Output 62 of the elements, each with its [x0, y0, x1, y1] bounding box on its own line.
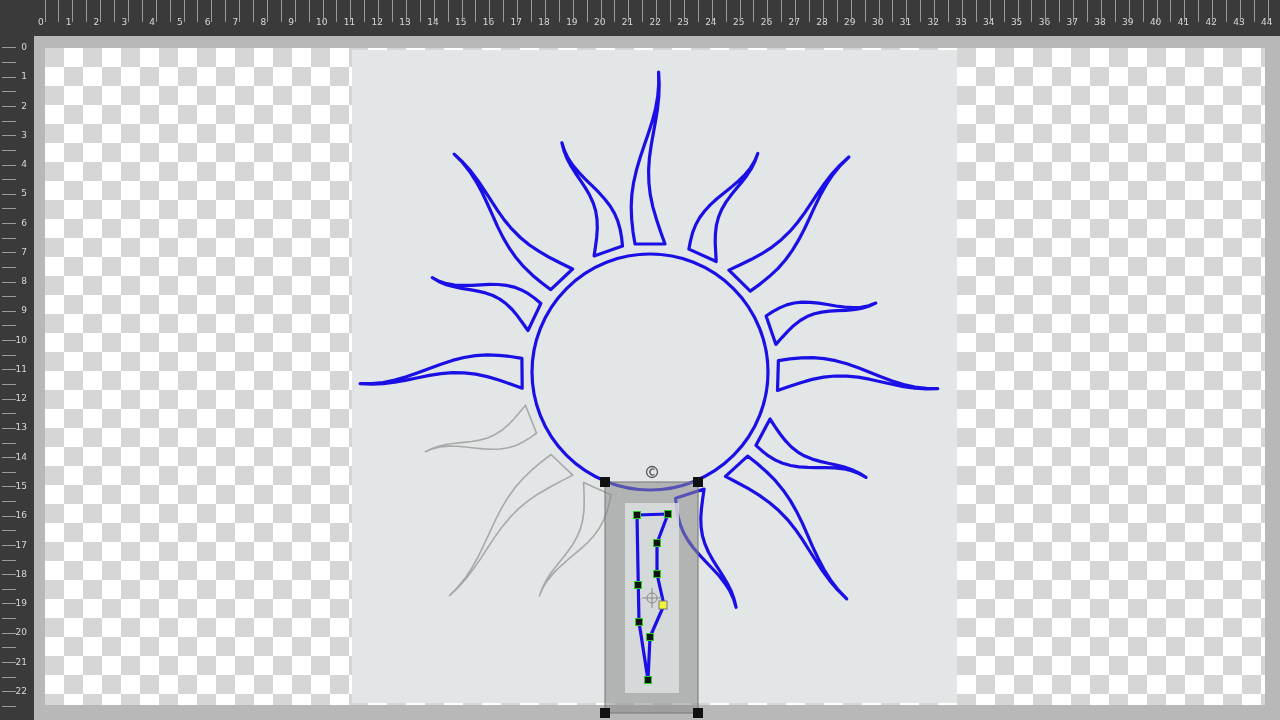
- ruler-number: 19: [15, 598, 27, 611]
- ruler-number: 14: [15, 451, 27, 464]
- ruler-number: 23: [677, 17, 690, 28]
- ruler-number: 11: [343, 17, 357, 28]
- ruler-number: 29: [844, 17, 857, 28]
- ruler-number: 42: [1205, 17, 1218, 28]
- ruler-number: 21: [15, 656, 27, 669]
- ruler-number: 0: [21, 42, 27, 54]
- edited-ray-path-with-nodes[interactable]: [633, 510, 672, 684]
- ruler-number: 1: [21, 71, 27, 84]
- ruler-number: 11: [15, 363, 27, 376]
- resize-handle[interactable]: [600, 477, 610, 487]
- ruler-number: 21: [621, 17, 635, 28]
- ruler-number: 33: [955, 17, 968, 28]
- ruler-number: 20: [15, 627, 27, 640]
- ruler-number: 9: [21, 305, 27, 318]
- ruler-number: 6: [21, 217, 27, 230]
- ruler-number: 4: [21, 159, 27, 172]
- ruler-number: 14: [427, 17, 440, 28]
- ruler-number: 10: [15, 334, 27, 347]
- ruler-number: 41: [1177, 17, 1191, 28]
- ruler-number: 9: [288, 17, 295, 28]
- ruler-number: 37: [1066, 17, 1079, 28]
- ruler-number: 5: [177, 17, 184, 28]
- ruler-number: 6: [204, 17, 212, 28]
- resize-handle[interactable]: [600, 708, 610, 718]
- ruler-number: 7: [232, 17, 240, 28]
- ruler-number: 24: [705, 17, 718, 28]
- ruler-number: 18: [15, 568, 27, 581]
- ruler-number: 3: [121, 17, 129, 28]
- ruler-number: 32: [927, 17, 940, 28]
- ruler-number: 43: [1233, 17, 1246, 28]
- ruler-number: 12: [15, 393, 27, 406]
- ruler-number: 17: [15, 539, 27, 552]
- ruler-number: 2: [93, 17, 101, 28]
- ruler-number: 40: [1149, 17, 1163, 28]
- ruler-number: 22: [15, 685, 27, 698]
- ruler-number: 16: [15, 510, 27, 523]
- ruler-number: 12: [371, 17, 384, 28]
- ruler-number: 31: [899, 17, 913, 28]
- ruler-number: 8: [21, 276, 27, 289]
- ruler-number: 8: [260, 17, 268, 28]
- ruler-number: 34: [983, 17, 996, 28]
- ruler-number: 3: [21, 129, 27, 142]
- ruler-number: 1: [65, 17, 73, 28]
- rotate-handle-icon[interactable]: [645, 465, 659, 479]
- resize-handle[interactable]: [693, 708, 703, 718]
- ruler-number: 44: [1261, 17, 1274, 28]
- ruler-number: 27: [788, 17, 801, 28]
- ruler-number: 0: [38, 17, 45, 28]
- ruler-number: 13: [15, 422, 27, 435]
- ruler-number: 22: [649, 17, 662, 28]
- ruler-number: 2: [21, 100, 27, 113]
- ruler-number: 15: [15, 481, 27, 493]
- ruler-number: 7: [21, 246, 27, 259]
- ruler-number: 39: [1122, 17, 1135, 28]
- ruler-number: 4: [149, 17, 156, 28]
- ruler-number: 19: [566, 17, 579, 28]
- selection-box[interactable]: [604, 481, 699, 714]
- ruler-number: 13: [399, 17, 412, 28]
- ruler-number: 5: [21, 188, 27, 201]
- resize-handle[interactable]: [693, 477, 703, 487]
